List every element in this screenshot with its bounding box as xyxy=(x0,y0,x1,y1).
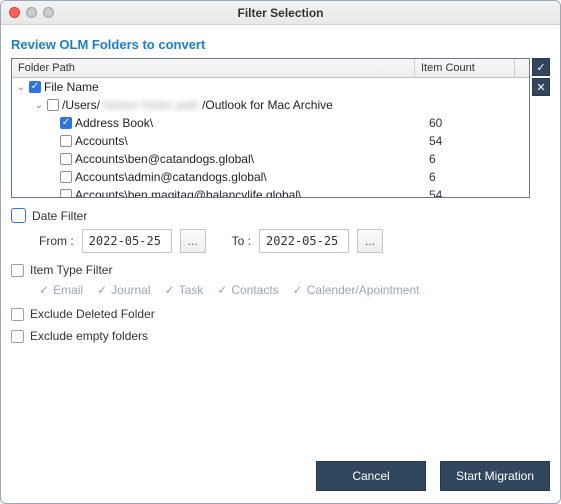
item-type-filter-row[interactable]: Item Type Filter xyxy=(11,263,550,277)
to-date-picker-button[interactable]: ... xyxy=(357,229,383,253)
itemtype-task: ✓Task xyxy=(165,283,204,297)
tree-path-suffix: /Outlook for Mac Archive xyxy=(202,98,333,112)
col-item-count[interactable]: Item Count xyxy=(415,59,515,77)
from-date-picker-button[interactable]: ... xyxy=(180,229,206,253)
date-filter-checkbox[interactable] xyxy=(11,208,26,223)
checkbox-item[interactable] xyxy=(60,171,72,183)
from-date-input[interactable]: 2022-05-25 xyxy=(82,229,172,253)
exclude-empty-checkbox[interactable] xyxy=(11,330,24,343)
tree-root-label[interactable]: File Name xyxy=(44,80,99,94)
titlebar: Filter Selection xyxy=(1,1,560,25)
item-type-checkbox[interactable] xyxy=(11,264,24,277)
tree-item-count: 54 xyxy=(429,188,529,198)
to-label: To : xyxy=(232,234,251,248)
checkbox-path[interactable] xyxy=(47,99,59,111)
checkbox-item[interactable] xyxy=(60,189,72,198)
itemtype-email: ✓Email xyxy=(39,283,83,297)
tree-item-label: Accounts\admin@catandogs.global\ xyxy=(75,170,267,184)
date-filter-label: Date Filter xyxy=(32,209,87,223)
tree-item-label: Accounts\ben@catandogs.global\ xyxy=(75,152,254,166)
exclude-deleted-label: Exclude Deleted Folder xyxy=(30,307,155,321)
col-folder-path[interactable]: Folder Path xyxy=(12,59,415,77)
tree-item-label: Address Book\ xyxy=(75,116,153,130)
itemtype-contacts: ✓Contacts xyxy=(217,283,278,297)
exclude-empty-label: Exclude empty folders xyxy=(30,329,148,343)
tree-item-count: 60 xyxy=(429,116,529,130)
deselect-all-button[interactable]: ✕ xyxy=(532,78,550,96)
chevron-down-icon[interactable]: ⌄ xyxy=(16,82,26,93)
tree-row[interactable]: Address Book\ 60 xyxy=(12,114,529,132)
section-title: Review OLM Folders to convert xyxy=(11,33,550,58)
tree-row[interactable]: Accounts\ben.magitag@balancylife.global\… xyxy=(12,186,529,198)
date-filter-row[interactable]: Date Filter xyxy=(11,208,550,223)
window-title: Filter Selection xyxy=(237,6,323,20)
cancel-button[interactable]: Cancel xyxy=(316,461,426,491)
chevron-down-icon[interactable]: ⌄ xyxy=(34,100,44,111)
itemtype-journal: ✓Journal xyxy=(97,283,150,297)
tree-row[interactable]: Accounts\ 54 xyxy=(12,132,529,150)
tree-row[interactable]: Accounts\admin@catandogs.global\ 6 xyxy=(12,168,529,186)
zoom-icon[interactable] xyxy=(43,7,54,18)
tree-row[interactable]: Accounts\ben@catandogs.global\ 6 xyxy=(12,150,529,168)
start-migration-button[interactable]: Start Migration xyxy=(440,461,550,491)
checkbox-item[interactable] xyxy=(60,117,72,129)
tree-item-label: Accounts\ben.magitag@balancylife.global\ xyxy=(75,188,301,198)
minimize-icon[interactable] xyxy=(26,7,37,18)
exclude-deleted-row[interactable]: Exclude Deleted Folder xyxy=(11,307,550,321)
tree-item-label: Accounts\ xyxy=(75,134,128,148)
tree-item-count: 6 xyxy=(429,170,529,184)
to-date-input[interactable]: 2022-05-25 xyxy=(259,229,349,253)
exclude-deleted-checkbox[interactable] xyxy=(11,308,24,321)
folder-tree[interactable]: Folder Path Item Count ⌄ File Name xyxy=(11,58,530,198)
from-label: From : xyxy=(39,234,74,248)
tree-path-prefix: /Users/ xyxy=(62,98,100,112)
tree-item-count: 6 xyxy=(429,152,529,166)
tree-item-count: 54 xyxy=(429,134,529,148)
item-type-label: Item Type Filter xyxy=(30,263,112,277)
close-icon[interactable] xyxy=(9,7,20,18)
tree-path-hidden: hidden folder path xyxy=(103,98,199,112)
exclude-empty-row[interactable]: Exclude empty folders xyxy=(11,329,550,343)
itemtype-calendar: ✓Calender/Apointment xyxy=(293,283,420,297)
checkbox-item[interactable] xyxy=(60,135,72,147)
checkbox-item[interactable] xyxy=(60,153,72,165)
select-all-button[interactable]: ✓ xyxy=(532,58,550,76)
checkbox-root[interactable] xyxy=(29,81,41,93)
